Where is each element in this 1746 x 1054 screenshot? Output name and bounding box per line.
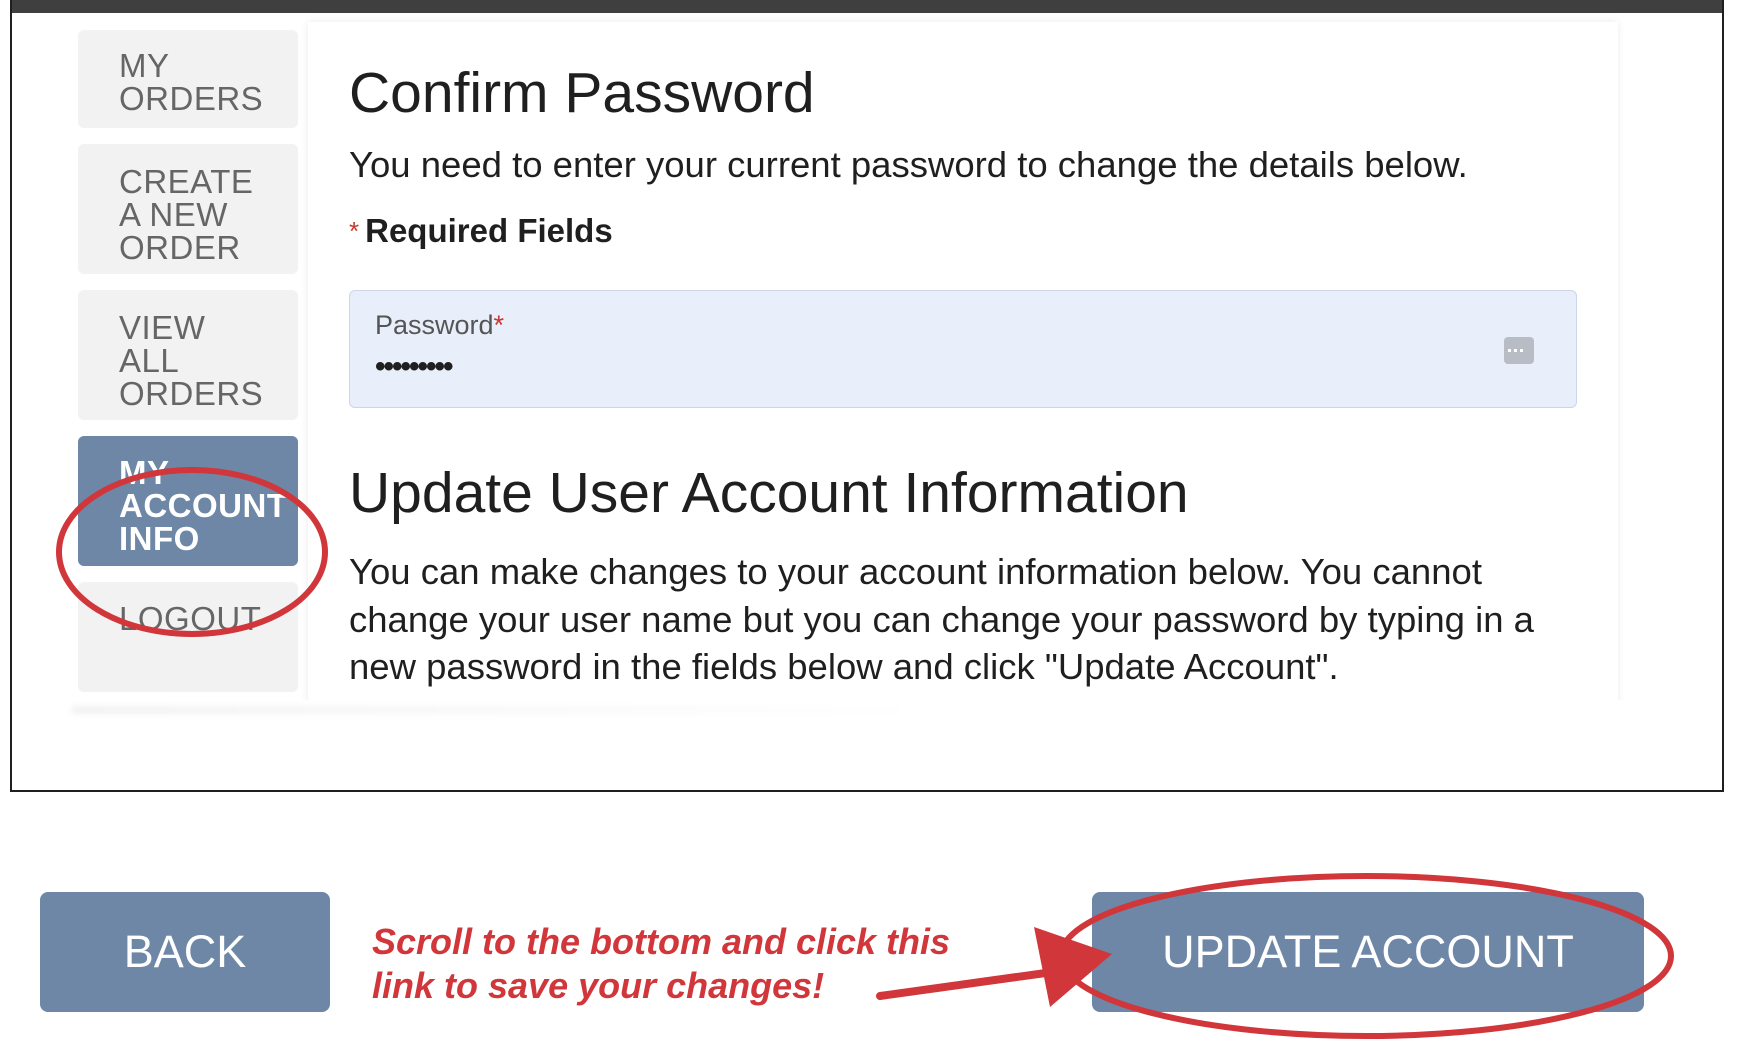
instruction-line-1: Scroll to the bottom and click this — [372, 921, 951, 962]
sidebar-item-label: A NEW — [119, 196, 228, 233]
password-label: Password* — [375, 309, 504, 341]
required-fields-label: Required Fields — [365, 212, 613, 249]
password-field[interactable]: Password* ••••••••• — [349, 290, 1577, 408]
sidebar-item-create-order[interactable]: CREATE A NEW ORDER — [78, 144, 298, 274]
password-manager-icon[interactable] — [1504, 337, 1534, 364]
update-account-description: You can make changes to your account inf… — [349, 551, 1534, 687]
password-input[interactable]: ••••••••• — [375, 347, 454, 387]
update-account-button[interactable]: UPDATE ACCOUNT — [1092, 892, 1644, 1012]
sidebar-item-label: MY — [119, 454, 170, 491]
required-fields-note: * Required Fields — [349, 211, 613, 251]
content-viewport[interactable]: Confirm Password You need to enter your … — [308, 22, 1618, 712]
sidebar-item-label: ALL — [119, 342, 180, 379]
confirm-password-title: Confirm Password — [349, 61, 815, 125]
sidebar-item-label: CREATE — [119, 163, 254, 200]
password-required-star: * — [493, 310, 505, 340]
instruction-callout: Scroll to the bottom and click this link… — [372, 920, 950, 1008]
scroll-shadow — [72, 706, 932, 714]
sidebar-item-label: MY — [119, 47, 170, 84]
sidebar-item-label: LOGOUT — [119, 600, 262, 637]
sidebar-item-label: VIEW — [119, 309, 206, 346]
sidebar-item-my-orders[interactable]: MY ORDERS — [78, 30, 298, 128]
sidebar-item-my-account-info[interactable]: MY ACCOUNT INFO — [78, 436, 298, 566]
update-account-title: Update User Account Information — [349, 461, 1189, 525]
sidebar-item-label: ORDERS — [119, 80, 264, 117]
required-star: * — [349, 216, 360, 246]
sidebar-item-label: ORDER — [119, 229, 241, 266]
sidebar-item-view-all-orders[interactable]: VIEW ALL ORDERS — [78, 290, 298, 420]
confirm-password-description: You need to enter your current password … — [349, 144, 1468, 185]
content-panel: Confirm Password You need to enter your … — [308, 22, 1618, 712]
back-button[interactable]: BACK — [40, 892, 330, 1012]
browser-top-bar — [12, 0, 1722, 13]
password-label-text: Password — [375, 310, 494, 340]
sidebar-item-label: ACCOUNT — [119, 487, 288, 524]
sidebar-item-label: ORDERS — [119, 375, 264, 412]
sidebar-item-label: INFO — [119, 520, 200, 557]
account-screenshot: MY ORDERS CREATE A NEW ORDER VIEW ALL OR… — [10, 0, 1724, 792]
instruction-line-2: link to save your changes! — [372, 965, 825, 1006]
sidebar-item-logout[interactable]: LOGOUT — [78, 582, 298, 692]
